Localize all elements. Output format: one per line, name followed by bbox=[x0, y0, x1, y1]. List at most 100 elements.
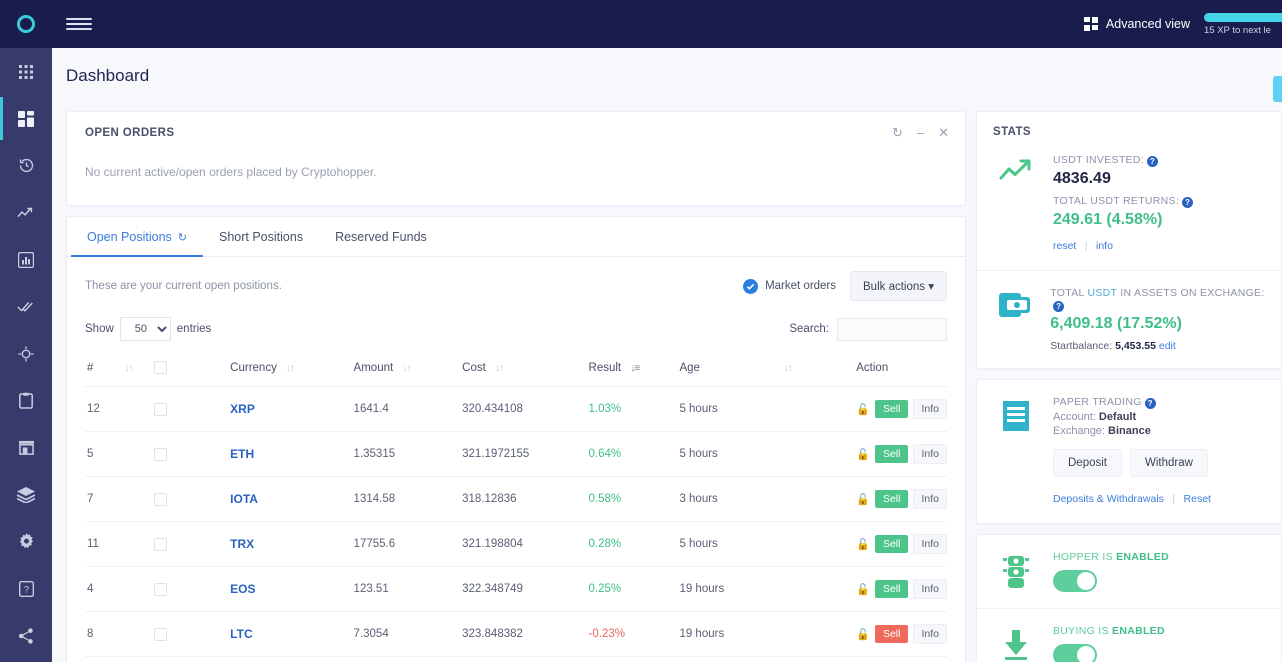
sell-button[interactable]: Sell bbox=[875, 445, 909, 463]
col-index[interactable]: # bbox=[85, 351, 118, 387]
close-icon[interactable]: ✕ bbox=[938, 126, 949, 139]
refresh-icon[interactable]: ↻ bbox=[178, 231, 187, 244]
cell-checkbox[interactable] bbox=[154, 387, 230, 432]
cell-checkbox[interactable] bbox=[154, 477, 230, 522]
cell-checkbox[interactable] bbox=[154, 657, 230, 662]
currency-link[interactable]: LTC bbox=[230, 627, 252, 641]
sidebar-item-settings[interactable] bbox=[0, 518, 52, 565]
col-cost[interactable]: Cost ↓↑ bbox=[462, 351, 588, 387]
sidebar-item-apps[interactable] bbox=[0, 48, 52, 95]
cell-checkbox[interactable] bbox=[154, 432, 230, 477]
deposits-withdrawals-link[interactable]: Deposits & Withdrawals bbox=[1053, 493, 1164, 505]
sidebar-item-targets[interactable] bbox=[0, 330, 52, 377]
market-orders-toggle[interactable]: Market orders bbox=[743, 279, 836, 294]
help-icon[interactable]: ? bbox=[1182, 197, 1193, 208]
withdraw-button[interactable]: Withdraw bbox=[1130, 449, 1208, 477]
currency-link[interactable]: ETH bbox=[230, 447, 254, 461]
col-result[interactable]: Result ↓≡ bbox=[589, 351, 680, 387]
sidebar-item-marketplace[interactable] bbox=[0, 424, 52, 471]
row-checkbox[interactable] bbox=[154, 403, 167, 416]
cell-currency[interactable]: ETH bbox=[230, 432, 353, 477]
buying-toggle-switch[interactable] bbox=[1053, 644, 1097, 662]
unlock-icon[interactable]: 🔓 bbox=[856, 628, 870, 641]
info-button[interactable]: Info bbox=[913, 624, 947, 644]
unlock-icon[interactable]: 🔓 bbox=[856, 493, 870, 506]
sidebar-item-charts[interactable] bbox=[0, 236, 52, 283]
cell-checkbox[interactable] bbox=[154, 522, 230, 567]
row-checkbox[interactable] bbox=[154, 538, 167, 551]
help-icon[interactable]: ? bbox=[1147, 156, 1158, 167]
minimize-icon[interactable]: – bbox=[917, 126, 924, 139]
cell-currency[interactable]: TRX bbox=[230, 522, 353, 567]
table-row[interactable]: 12XRP1641.4320.4341081.03%5 hours🔓SellIn… bbox=[85, 387, 947, 432]
cell-currency[interactable]: EOS bbox=[230, 567, 353, 612]
side-drawer-handle[interactable] bbox=[1273, 76, 1282, 102]
sidebar-item-trends[interactable] bbox=[0, 189, 52, 236]
sidebar-item-templates[interactable] bbox=[0, 377, 52, 424]
sell-button[interactable]: Sell bbox=[875, 490, 909, 508]
tab-reserved-funds[interactable]: Reserved Funds bbox=[319, 217, 443, 257]
reset-link[interactable]: reset bbox=[1053, 240, 1076, 252]
sidebar-item-help[interactable]: ? bbox=[0, 565, 52, 612]
startbalance-edit-link[interactable]: edit bbox=[1159, 340, 1176, 352]
col-age[interactable]: Age bbox=[679, 351, 778, 387]
help-icon[interactable]: ? bbox=[1053, 301, 1064, 312]
page-size-select[interactable]: 50 bbox=[120, 317, 171, 341]
col-age-sort[interactable]: ↓↑ bbox=[778, 351, 856, 387]
help-icon[interactable]: ? bbox=[1145, 398, 1156, 409]
cell-currency[interactable]: LTC bbox=[230, 612, 353, 657]
sidebar-item-history[interactable] bbox=[0, 142, 52, 189]
row-checkbox[interactable] bbox=[154, 493, 167, 506]
currency-link[interactable]: IOTA bbox=[230, 492, 258, 506]
row-checkbox[interactable] bbox=[154, 583, 167, 596]
row-checkbox[interactable] bbox=[154, 448, 167, 461]
sidebar-item-dashboard[interactable] bbox=[0, 95, 52, 142]
cell-currency[interactable]: XRP bbox=[230, 387, 353, 432]
select-all-checkbox[interactable] bbox=[154, 361, 167, 374]
advanced-view-button[interactable]: Advanced view bbox=[1084, 17, 1204, 31]
tab-open-positions[interactable]: Open Positions ↻ bbox=[71, 217, 203, 257]
info-button[interactable]: Info bbox=[913, 534, 947, 554]
col-currency[interactable]: Currency ↓↑ bbox=[230, 351, 353, 387]
hamburger-menu-icon[interactable] bbox=[66, 11, 92, 37]
cell-currency[interactable]: NEO bbox=[230, 657, 353, 662]
xp-progress[interactable]: 15 XP to next le bbox=[1204, 13, 1282, 36]
paper-reset-link[interactable]: Reset bbox=[1184, 493, 1211, 505]
unlock-icon[interactable]: 🔓 bbox=[856, 403, 870, 416]
refresh-icon[interactable]: ↻ bbox=[892, 126, 903, 139]
info-button[interactable]: Info bbox=[913, 399, 947, 419]
cell-checkbox[interactable] bbox=[154, 612, 230, 657]
currency-link[interactable]: XRP bbox=[230, 402, 255, 416]
sell-button[interactable]: Sell bbox=[875, 580, 909, 598]
sidebar-item-signals[interactable] bbox=[0, 283, 52, 330]
cell-checkbox[interactable] bbox=[154, 567, 230, 612]
unlock-icon[interactable]: 🔓 bbox=[856, 583, 870, 596]
col-select-all[interactable] bbox=[154, 351, 230, 387]
row-checkbox[interactable] bbox=[154, 628, 167, 641]
table-row[interactable]: 7IOTA1314.58318.128360.58%3 hours🔓SellIn… bbox=[85, 477, 947, 522]
currency-link[interactable]: TRX bbox=[230, 537, 254, 551]
cell-currency[interactable]: IOTA bbox=[230, 477, 353, 522]
deposit-button[interactable]: Deposit bbox=[1053, 449, 1122, 477]
col-index-sort[interactable]: ↓↑ bbox=[118, 351, 153, 387]
search-input[interactable] bbox=[837, 318, 947, 341]
sell-button[interactable]: Sell bbox=[875, 400, 909, 418]
sidebar-item-layers[interactable] bbox=[0, 471, 52, 518]
table-row[interactable]: 11TRX17755.6321.1988040.28%5 hours🔓SellI… bbox=[85, 522, 947, 567]
col-amount[interactable]: Amount ↓↑ bbox=[354, 351, 463, 387]
unlock-icon[interactable]: 🔓 bbox=[856, 448, 870, 461]
table-row[interactable]: 8LTC7.3054323.848382-0.23%19 hours🔓SellI… bbox=[85, 612, 947, 657]
info-link[interactable]: info bbox=[1096, 240, 1113, 252]
bulk-actions-button[interactable]: Bulk actions ▾ bbox=[850, 271, 947, 301]
info-button[interactable]: Info bbox=[913, 444, 947, 464]
hopper-toggle-switch[interactable] bbox=[1053, 570, 1097, 592]
sell-button[interactable]: Sell bbox=[875, 535, 909, 553]
sidebar-item-share[interactable] bbox=[0, 612, 52, 659]
info-button[interactable]: Info bbox=[913, 489, 947, 509]
unlock-icon[interactable]: 🔓 bbox=[856, 538, 870, 551]
info-button[interactable]: Info bbox=[913, 579, 947, 599]
sell-button[interactable]: Sell bbox=[875, 625, 909, 643]
table-row[interactable]: 5ETH1.35315321.19721550.64%5 hours🔓SellI… bbox=[85, 432, 947, 477]
table-row[interactable]: 9NEO30.323322.879304-1.10%18 hours🔓SellI… bbox=[85, 657, 947, 662]
tab-short-positions[interactable]: Short Positions bbox=[203, 217, 319, 257]
